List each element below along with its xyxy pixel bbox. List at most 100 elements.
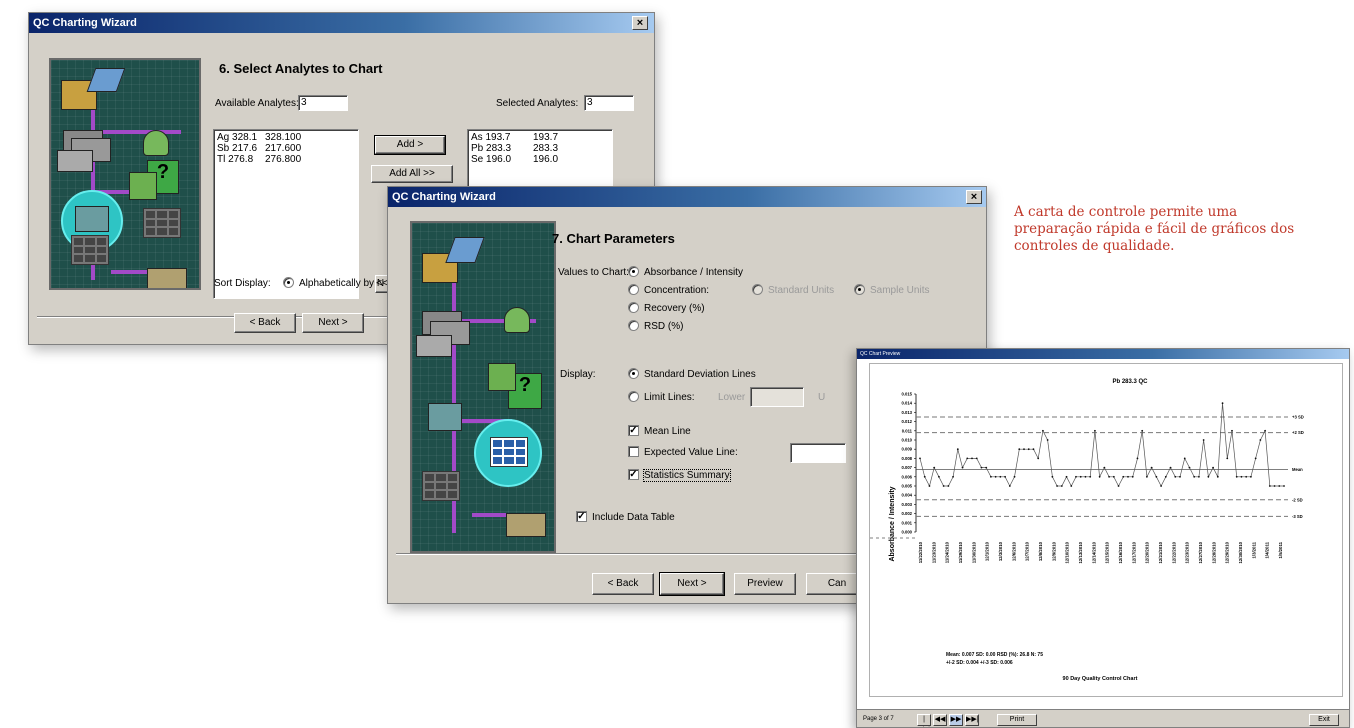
prev-page-button[interactable]: ◀◀ <box>933 714 947 726</box>
data-point <box>1023 448 1025 451</box>
data-point <box>1004 475 1006 478</box>
data-point <box>1008 485 1011 487</box>
back-button[interactable]: < Back <box>592 573 654 595</box>
exit-button[interactable]: Exit <box>1309 714 1339 726</box>
standard-units-radio[interactable] <box>752 284 763 295</box>
x-tick-label: 11/22/2010 <box>918 541 923 563</box>
y-tick-label: 0.008 <box>902 456 913 461</box>
x-tick-label: 12/6/2010 <box>1011 541 1016 561</box>
data-point <box>923 475 926 478</box>
data-point <box>1094 429 1096 432</box>
close-button[interactable]: × <box>966 190 982 204</box>
chart-preview-footer: Page 3 of 7 |◀◀ ◀◀ ▶▶ ▶▶| Print Exit <box>857 709 1349 727</box>
data-point <box>1103 466 1106 469</box>
chart-title: Pb 283.3 QC <box>1112 379 1148 385</box>
data-point <box>1207 475 1210 478</box>
values-to-chart-label: Values to Chart: <box>558 267 629 278</box>
series-line <box>919 403 1284 487</box>
data-point <box>1032 448 1035 451</box>
chart-footer-title: 90 Day Quality Control Chart <box>1063 676 1138 682</box>
add-button[interactable]: Add > <box>374 135 446 155</box>
data-point <box>999 475 1002 478</box>
data-point <box>1136 457 1139 460</box>
data-point <box>1179 475 1181 478</box>
data-point <box>1240 475 1243 478</box>
data-point <box>1075 475 1077 478</box>
y-tick-label: 0.011 <box>902 428 913 433</box>
list-item[interactable]: Pb 283.3 283.3 <box>471 143 609 154</box>
data-point <box>1037 457 1040 460</box>
x-tick-label: 12/30/2010 <box>1238 541 1243 563</box>
last-page-button[interactable]: ▶▶| <box>965 714 979 726</box>
limit-lines-radio[interactable] <box>628 391 639 402</box>
lower-limit-field[interactable] <box>750 387 804 407</box>
available-analytes-list[interactable]: Ag 328.1 328.100 Sb 217.6 217.600 Tl 276.8… <box>213 129 359 299</box>
concentration-label: Concentration: <box>644 285 710 296</box>
preview-button[interactable]: Preview <box>734 573 796 595</box>
list-item[interactable]: Tl 276.8 276.800 <box>217 154 355 165</box>
x-tick-label: 12/29/2010 <box>1225 541 1230 563</box>
window-title: QC Chart Preview <box>860 351 901 357</box>
x-tick-label: 11/24/2010 <box>945 541 950 563</box>
mean-line-label: Mean Line <box>644 426 691 437</box>
upper-limit-label: U <box>818 392 826 403</box>
chart-preview-window: QC Chart Preview Pb 283.3 QC Absorbance … <box>856 348 1350 728</box>
x-tick-label: 12/17/2010 <box>1131 541 1136 563</box>
data-point <box>1117 485 1120 487</box>
data-point <box>938 475 940 478</box>
print-button[interactable]: Print <box>997 714 1037 726</box>
x-tick-label: 12/22/2010 <box>1171 541 1176 563</box>
wizard1-back-button[interactable]: < Back <box>234 313 296 333</box>
data-point <box>1169 466 1172 469</box>
data-point <box>994 475 997 478</box>
first-page-button[interactable]: |◀◀ <box>917 714 931 727</box>
list-item[interactable]: Sb 217.6 217.600 <box>217 143 355 154</box>
sample-units-radio[interactable] <box>854 284 865 295</box>
reference-line-label: -3 SD <box>1292 514 1303 519</box>
stats-summary-checkbox[interactable]: ✓ <box>628 469 639 480</box>
reference-line-label: +3 SD <box>1292 415 1304 420</box>
mean-line-checkbox[interactable]: ✓ <box>628 425 639 436</box>
concentration-radio[interactable] <box>628 284 639 295</box>
list-item[interactable]: As 193.7 193.7 <box>471 132 609 143</box>
data-point <box>1084 475 1087 478</box>
x-tick-label: 12/28/2010 <box>1211 541 1216 563</box>
step-heading: 7. Chart Parameters <box>552 231 675 246</box>
next-button[interactable]: Next > <box>659 572 725 596</box>
add-all-button[interactable]: Add All >> <box>371 165 453 183</box>
sort-alpha-radio[interactable] <box>283 277 294 288</box>
list-item[interactable]: Ag 328.1 328.100 <box>217 132 355 143</box>
wizard1-next-button[interactable]: Next > <box>302 313 364 333</box>
close-button[interactable]: × <box>632 16 648 30</box>
data-point <box>1174 475 1177 478</box>
list-item[interactable]: Se 196.0 196.0 <box>471 154 609 165</box>
data-point <box>1108 475 1110 478</box>
data-point <box>1146 475 1148 478</box>
expected-value-field[interactable] <box>790 443 846 463</box>
data-point <box>1013 475 1016 478</box>
rsd-radio[interactable] <box>628 320 639 331</box>
next-page-button[interactable]: ▶▶ <box>949 714 963 726</box>
data-point <box>1183 457 1186 460</box>
data-point <box>928 485 931 487</box>
data-point <box>1283 485 1285 487</box>
std-dev-lines-radio[interactable] <box>628 368 639 379</box>
data-point <box>1188 466 1191 469</box>
selected-analytes-list[interactable]: As 193.7 193.7 Pb 283.3 283.3 Se 196.0 196.… <box>467 129 613 189</box>
data-point <box>980 466 983 469</box>
absorbance-radio[interactable] <box>628 266 639 277</box>
include-table-checkbox[interactable]: ✓ <box>576 511 587 522</box>
include-table-label: Include Data Table <box>592 512 675 523</box>
recovery-radio[interactable] <box>628 302 639 313</box>
reference-line-label: -2 SD <box>1292 497 1303 502</box>
data-point <box>1164 475 1167 478</box>
window-title: QC Charting Wizard <box>33 17 137 29</box>
selected-count-field[interactable]: 3 <box>584 95 634 111</box>
data-point <box>1065 475 1068 478</box>
available-count-field[interactable]: 3 <box>298 95 348 111</box>
data-point <box>961 466 964 469</box>
data-point <box>1079 475 1082 478</box>
expected-value-checkbox[interactable] <box>628 446 639 457</box>
data-point <box>947 485 950 487</box>
data-point <box>1098 475 1101 478</box>
